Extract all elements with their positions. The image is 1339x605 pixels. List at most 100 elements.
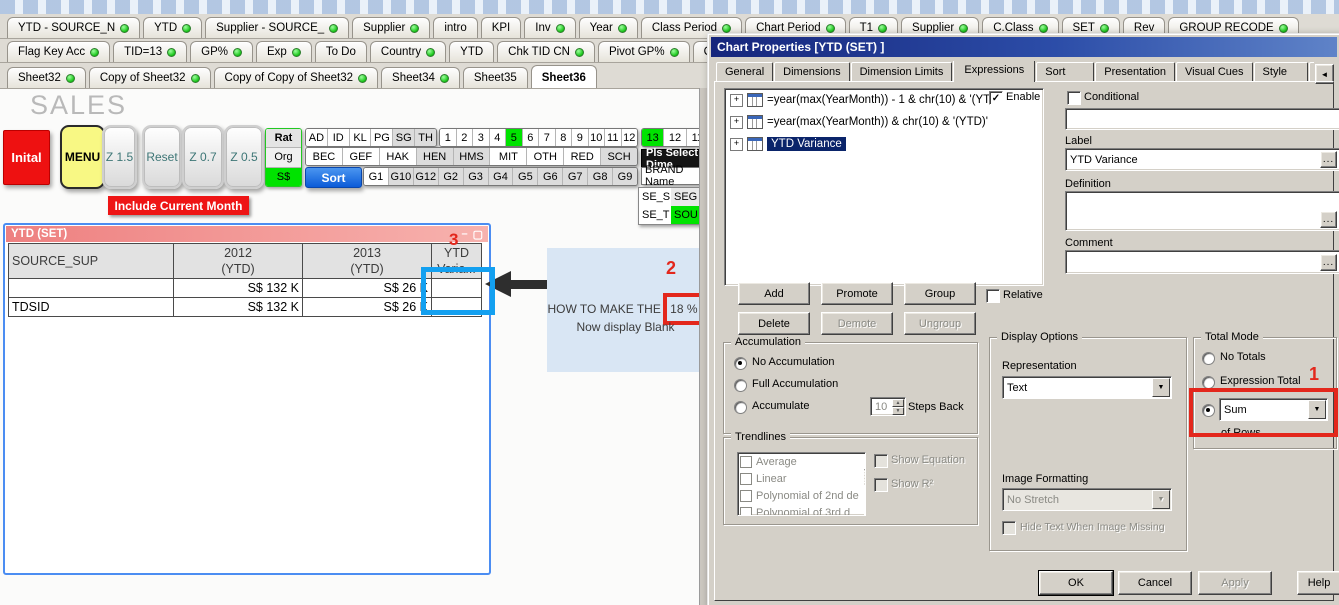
tab-copy-of-sheet32[interactable]: Copy of Sheet32	[88, 67, 211, 88]
toolbar-icons[interactable]	[0, 0, 1339, 15]
list-item[interactable]: HMS	[453, 148, 491, 165]
tab-ytd-2[interactable]: YTD	[449, 41, 495, 62]
list-item[interactable]: G4	[488, 168, 514, 185]
list-item[interactable]: 1	[440, 129, 457, 146]
table-caption-bar[interactable]: YTD (SET) – ▢	[6, 226, 488, 242]
label-input[interactable]: YTD Variance	[1065, 148, 1339, 171]
scroll-up-icon[interactable]: ▲	[864, 454, 865, 470]
expand-plus-icon[interactable]: +	[730, 137, 743, 151]
show-r2-checkbox[interactable]	[874, 478, 888, 492]
image-formatting-dropdown[interactable]: No Stretch ▼	[1002, 488, 1172, 511]
steps-back-spinner[interactable]: 10 ▲ ▼	[870, 397, 906, 416]
list-item[interactable]: HAK	[379, 148, 417, 165]
list-item-selected[interactable]: 5	[506, 129, 523, 146]
list-item-selected[interactable]: 13	[642, 129, 665, 146]
label-ellipsis-button[interactable]: ...	[1320, 151, 1337, 168]
cell-2012-value[interactable]: S$ 132 K	[173, 297, 303, 317]
list-item[interactable]: SCH	[601, 148, 637, 165]
tab-expressions-active[interactable]: Expressions	[953, 61, 1036, 82]
tab-country[interactable]: Country	[369, 41, 447, 62]
list-item[interactable]: G2	[438, 168, 464, 185]
maximize-icon[interactable]: ▢	[473, 228, 483, 241]
scroll-down-icon[interactable]: ▼	[864, 500, 865, 515]
initial-button[interactable]: Inital	[3, 130, 50, 185]
list-item[interactable]: G8	[588, 168, 614, 185]
enable-checkbox[interactable]: ✓	[989, 91, 1003, 105]
checkbox-icon[interactable]	[740, 455, 752, 468]
list-item-rat[interactable]: Rat	[266, 129, 301, 149]
list-item[interactable]: GEF	[342, 148, 380, 165]
checkbox-icon[interactable]	[740, 506, 752, 515]
help-button[interactable]: Help	[1297, 571, 1339, 595]
trendlines-scrollbar[interactable]: ▲ ▼	[864, 454, 865, 515]
trendline-option[interactable]: Polynomial of 2nd de	[738, 487, 865, 504]
list-item[interactable]: G3	[463, 168, 489, 185]
tab-pivot-gp[interactable]: Pivot GP%	[597, 41, 690, 62]
list-item[interactable]: BEC	[306, 148, 343, 165]
tab-kpi[interactable]: KPI	[480, 17, 522, 38]
tab-style[interactable]: Style	[1253, 62, 1308, 82]
cell-2012-value[interactable]: S$ 132 K	[173, 278, 303, 298]
list-item-org[interactable]: Org	[266, 148, 301, 168]
list-item[interactable]: 6	[522, 129, 539, 146]
expression-row-selected[interactable]: + YTD Variance	[725, 133, 1043, 155]
list-item[interactable]: HEN	[416, 148, 454, 165]
list-item[interactable]: KL	[349, 129, 372, 146]
list-item[interactable]: 4	[489, 129, 506, 146]
list-item[interactable]: SE_S	[639, 188, 671, 206]
tab-ytd-source-n[interactable]: YTD - SOURCE_N	[7, 17, 141, 38]
tab-dimensions[interactable]: Dimensions	[774, 62, 850, 82]
list-item[interactable]: 3	[473, 129, 490, 146]
tab-sheet35[interactable]: Sheet35	[462, 67, 528, 88]
list-item[interactable]: 12	[664, 129, 687, 146]
column-header-2013[interactable]: 2013 (YTD)	[302, 243, 432, 279]
accumulate-radio[interactable]	[734, 401, 747, 414]
cell-source[interactable]: TDSID	[8, 297, 174, 317]
add-button[interactable]: Add	[738, 282, 810, 305]
list-item[interactable]: G12	[413, 168, 439, 185]
list-item[interactable]: 11	[605, 129, 622, 146]
tab-sheet36-active[interactable]: Sheet36	[530, 65, 597, 88]
tab-tid-13[interactable]: TID=13	[113, 41, 188, 62]
show-equation-checkbox[interactable]	[874, 454, 888, 468]
tab-flag-key-acc[interactable]: Flag Key Acc	[7, 41, 111, 62]
list-item[interactable]: MIT	[490, 148, 528, 165]
trendlines-list[interactable]: Average Linear Polynomial of 2nd de Poly…	[737, 452, 866, 516]
definition-ellipsis-button[interactable]: ...	[1320, 211, 1337, 228]
expand-plus-icon[interactable]: +	[730, 115, 743, 129]
delete-button[interactable]: Delete	[738, 312, 810, 335]
list-item[interactable]: TH	[415, 129, 436, 146]
no-accumulation-radio[interactable]	[734, 357, 747, 370]
cell-2013-value[interactable]: S$ 26 K	[302, 297, 432, 317]
list-item[interactable]: AD	[306, 129, 328, 146]
list-item-sgd[interactable]: S$	[266, 167, 301, 186]
tab-sheet32[interactable]: Sheet32	[7, 67, 86, 88]
no-totals-radio[interactable]	[1202, 352, 1215, 365]
include-current-month-button[interactable]: Include Current Month	[108, 196, 249, 215]
checkbox-icon[interactable]	[740, 489, 752, 502]
cell-2013-value[interactable]: S$ 26 K	[302, 278, 432, 298]
comment-ellipsis-button[interactable]: ...	[1320, 254, 1337, 271]
list-item[interactable]: PG	[371, 129, 394, 146]
apply-button[interactable]: Apply	[1198, 571, 1272, 595]
list-item[interactable]: 7	[539, 129, 556, 146]
relative-checkbox[interactable]	[986, 289, 1000, 303]
menu-button[interactable]: MENU	[60, 125, 105, 189]
tab-ytd[interactable]: YTD	[143, 17, 203, 38]
tab-presentation[interactable]: Presentation	[1095, 62, 1176, 82]
tab-general[interactable]: General	[716, 62, 774, 82]
tab-exp[interactable]: Exp	[256, 41, 312, 62]
cell-source[interactable]	[8, 278, 174, 298]
trendline-option[interactable]: Polynomial of 3rd d	[738, 504, 865, 515]
list-item[interactable]: SG	[393, 129, 416, 146]
list-item[interactable]: 8	[555, 129, 572, 146]
checkbox-icon[interactable]	[740, 472, 752, 485]
list-item[interactable]: G10	[388, 168, 414, 185]
definition-input[interactable]	[1065, 191, 1339, 231]
list-item[interactable]: G1	[364, 168, 389, 185]
tab-year[interactable]: Year	[578, 17, 638, 38]
tab-sheet34[interactable]: Sheet34	[381, 67, 460, 88]
list-item[interactable]: G5	[513, 168, 539, 185]
list-item[interactable]: SE_T	[639, 206, 671, 224]
list-item[interactable]: 12	[621, 129, 637, 146]
